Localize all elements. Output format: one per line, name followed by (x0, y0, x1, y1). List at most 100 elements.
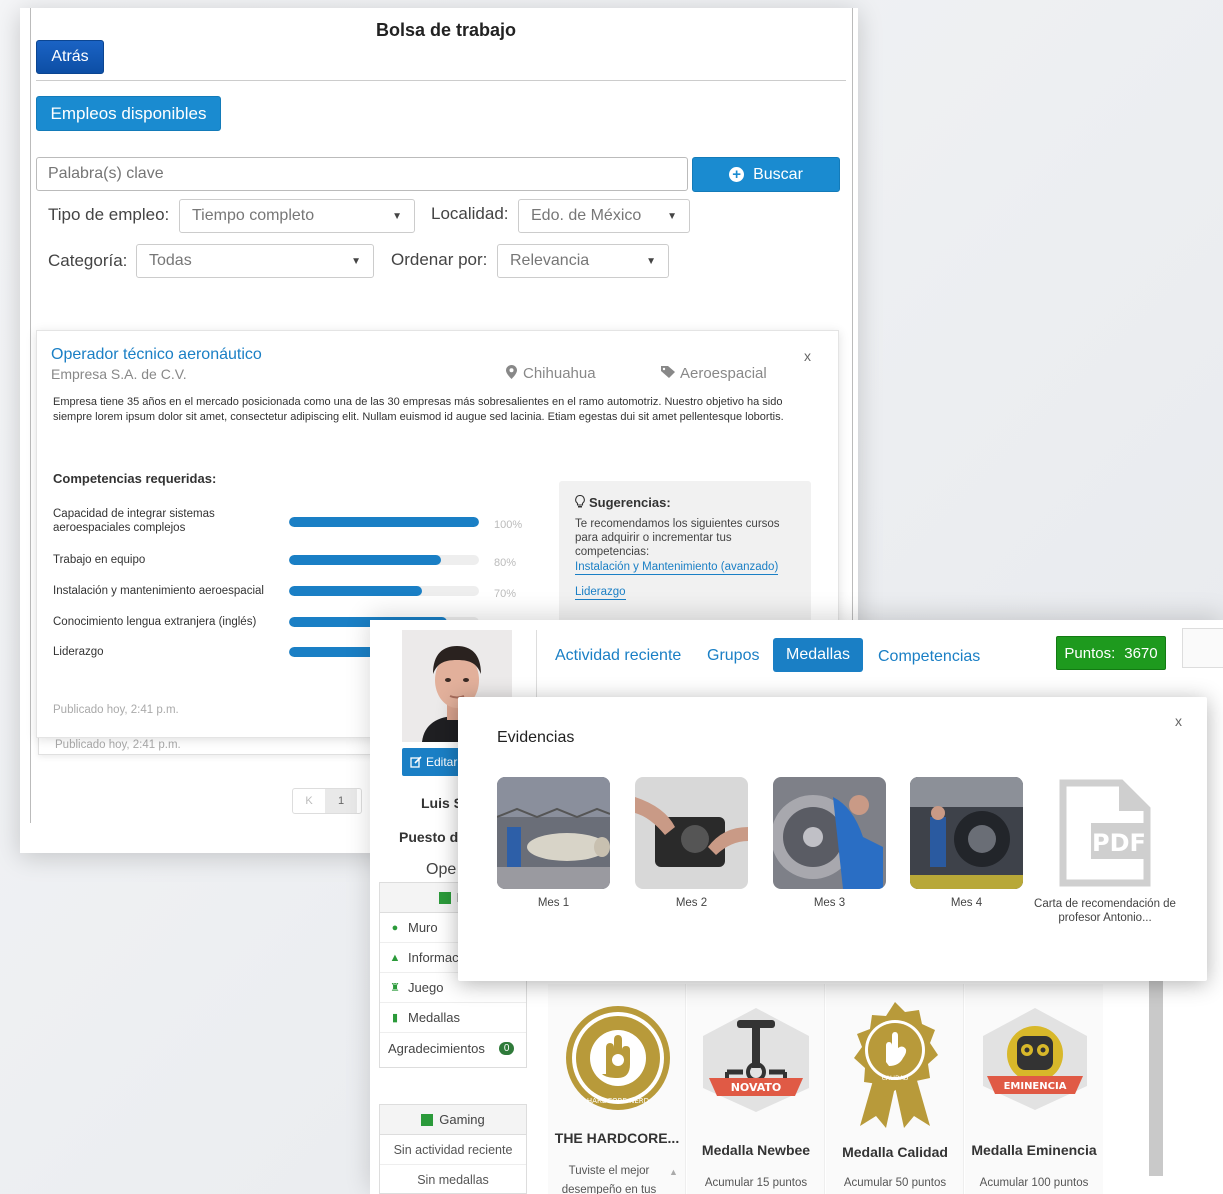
keyword-search-input[interactable] (36, 157, 688, 191)
medal-ribbon-text: EMINENCIA (1004, 1081, 1067, 1092)
evidence-caption: Mes 4 (950, 897, 983, 909)
engine-photo (773, 777, 886, 889)
job-location-text: Chihuahua (523, 365, 596, 382)
grid-icon (421, 1113, 434, 1126)
skill-name: Capacidad de integrar sistemas aeroespac… (53, 508, 215, 534)
map-pin-icon (506, 365, 517, 379)
job-description: Empresa tiene 35 años en el mercado posi… (53, 396, 784, 423)
medal-description: Acumular 50 puntos (843, 1177, 947, 1189)
pagination: K 1 (292, 788, 362, 814)
evidence-thumbnail[interactable] (635, 777, 748, 889)
menu-item-label: Informac (408, 950, 459, 965)
gaming-panel: Gaming Sin actividad reciente Sin medall… (379, 1104, 527, 1194)
medal-card[interactable]: CALIDAD (826, 984, 964, 1194)
gaming-recent-activity: Sin actividad reciente (380, 1135, 526, 1165)
category-label: Categoría: (48, 251, 128, 270)
skills-heading: Competencias requeridas: (53, 471, 217, 486)
sort-select[interactable]: Relevancia ▼ (497, 244, 669, 278)
caret-down-icon: ▼ (646, 255, 656, 267)
medal-ribbon-text: NOVATO (731, 1081, 782, 1094)
menu-item-label: Muro (408, 920, 438, 935)
medal-card[interactable]: EMINENCIA (965, 984, 1103, 1194)
first-page-button[interactable]: K (293, 789, 325, 813)
job-role-link[interactable]: Operador técnico aeronáutico (51, 346, 262, 364)
hands-photo (635, 777, 748, 889)
job-type-select[interactable]: Tiempo completo ▼ (179, 199, 415, 233)
edit-profile-label: Editar (426, 755, 458, 769)
skill-name: Instalación y mantenimiento aeroespacial (53, 585, 264, 597)
pdf-document[interactable]: PDF (1059, 779, 1151, 892)
category-select[interactable]: Todas ▼ (136, 244, 374, 278)
medal-card[interactable]: HARDCORE NERD (548, 984, 686, 1194)
menu-item-label: Juego (408, 980, 444, 995)
tag-icon (661, 366, 675, 378)
scrollbar[interactable] (1149, 980, 1163, 1176)
job-company: Empresa S.A. de C.V. (51, 366, 187, 382)
posted-time: Publicado hoy, 2:41 p.m. (53, 704, 179, 716)
page-button-current[interactable]: 1 (325, 789, 357, 813)
menu-item-label: Medallas (408, 1010, 461, 1025)
sort-label: Ordenar por: (391, 250, 488, 269)
suggested-course-link[interactable]: Instalación y Mantenimiento (avanzado) (575, 561, 779, 575)
skill-name: Trabajo en equipo (53, 554, 146, 566)
skill-name: Liderazgo (53, 646, 104, 658)
scroll-up-icon[interactable]: ▲ (669, 1167, 678, 1177)
tab-competencies[interactable]: Competencias (878, 648, 980, 666)
divider (36, 80, 846, 81)
thanks-count-badge: 0 (498, 1041, 515, 1055)
medal-title: Medalla Eminencia (971, 1142, 1097, 1158)
close-icon[interactable]: x (804, 348, 811, 364)
search-button[interactable]: + Buscar (692, 157, 840, 192)
medal-description: Acumular 100 puntos (979, 1177, 1089, 1189)
hardcore-medal-icon: HARDCORE NERD (566, 1006, 670, 1110)
page-title: Bolsa de trabajo (375, 20, 517, 40)
points-value: 3670 (1124, 644, 1158, 662)
position-value: Ope (426, 861, 457, 878)
profile-name: Luis S (421, 795, 464, 811)
evidence-thumbnail[interactable] (910, 777, 1023, 889)
edit-profile-button[interactable]: Editar (402, 748, 462, 776)
tab-medals[interactable]: Medallas (773, 638, 863, 672)
search-button-label: Buscar (753, 165, 803, 183)
menu-item-label: Agradecimientos (388, 1040, 485, 1056)
job-type-value: Tiempo completo (192, 207, 315, 224)
medal-title: Medalla Calidad (842, 1144, 948, 1160)
evidence-thumbnail[interactable] (497, 777, 610, 889)
location-select[interactable]: Edo. de México ▼ (518, 199, 690, 233)
skill-progress-fill (289, 517, 479, 527)
quality-medal-icon: CALIDAD (854, 1002, 938, 1128)
sort-value: Relevancia (510, 252, 590, 269)
suggestions-heading-text: Sugerencias: (589, 495, 671, 510)
close-icon[interactable]: x (1175, 713, 1182, 729)
medal-description: desempeño en tus (561, 1184, 657, 1194)
menu-item-medals[interactable]: ▮ Medallas (380, 1003, 526, 1033)
divider (536, 630, 537, 700)
side-panel-edge (1182, 628, 1223, 668)
evidence-thumbnail[interactable] (773, 777, 886, 889)
jobs-available-button[interactable]: Empleos disponibles (36, 96, 221, 131)
tab-groups[interactable]: Grupos (707, 647, 759, 665)
job-type-label: Tipo de empleo: (48, 205, 170, 224)
evidence-modal: Evidencias x PDF Mes 1 Mes 2 Mes 3 Mes 4… (458, 697, 1207, 981)
points-badge: Puntos: 3670 (1056, 636, 1166, 670)
skill-progress-bar (289, 517, 479, 527)
user-icon: ▲ (389, 951, 401, 964)
evidence-caption: Mes 2 (675, 897, 708, 909)
job-industry: Aeroespacial (661, 365, 767, 382)
medal-description: Acumular 15 puntos (704, 1177, 808, 1189)
location-value: Edo. de México (531, 207, 642, 224)
back-button[interactable]: Atrás (36, 40, 104, 74)
medal-description: Tuviste el mejor (568, 1165, 650, 1177)
menu-item-thanks[interactable]: Agradecimientos 0 (380, 1033, 526, 1063)
lightbulb-icon (575, 494, 585, 508)
medal-card[interactable]: NOVATO (687, 984, 825, 1194)
evidence-caption: Mes 1 (537, 897, 570, 909)
medal-title: THE HARDCORE... (554, 1130, 680, 1146)
skill-percent: 70% (494, 588, 517, 600)
chess-icon: ♜ (390, 982, 400, 994)
skill-progress-bar (289, 586, 479, 596)
suggestions-text: Te recomendamos los siguientes cursos pa… (575, 518, 780, 558)
tab-recent-activity[interactable]: Actividad reciente (555, 647, 681, 665)
suggested-course-link[interactable]: Liderazgo (575, 586, 626, 600)
skill-percent: 80% (494, 557, 517, 569)
